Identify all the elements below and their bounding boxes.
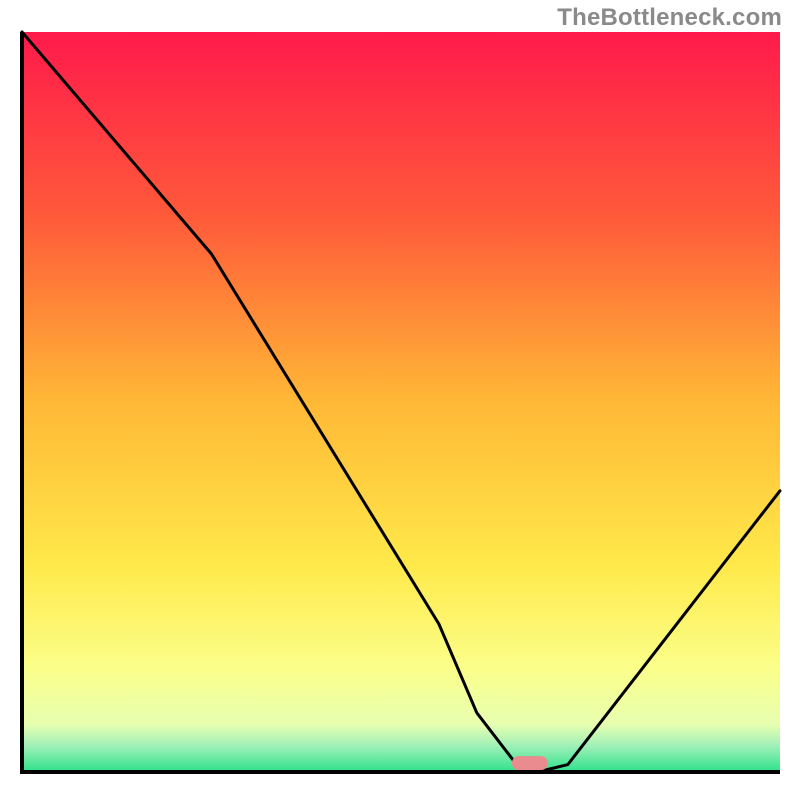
plot-background — [22, 32, 780, 772]
chart-container: TheBottleneck.com — [0, 0, 800, 800]
watermark-text: TheBottleneck.com — [557, 4, 782, 32]
optimal-marker — [512, 756, 548, 770]
bottleneck-chart — [0, 0, 800, 800]
